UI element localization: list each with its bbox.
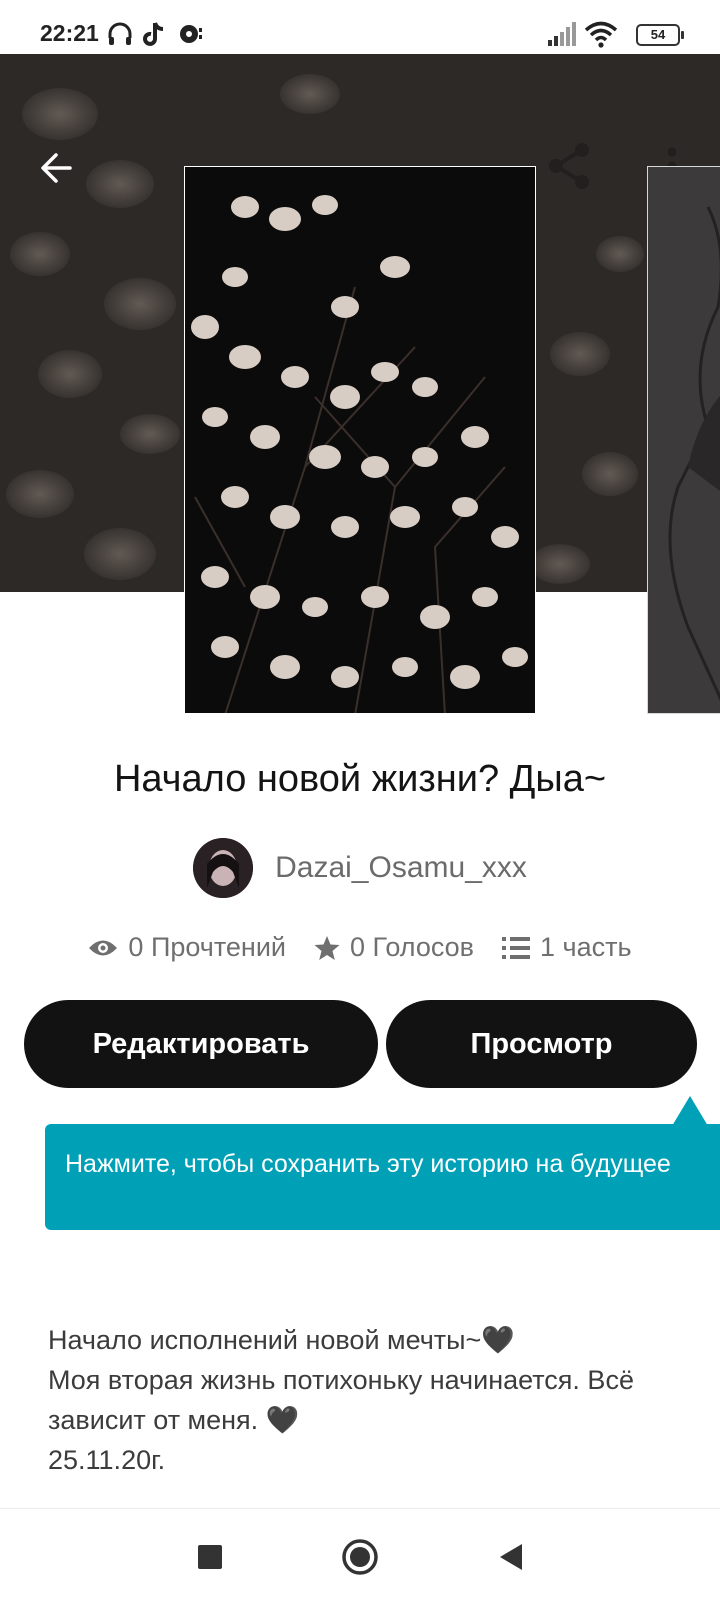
description-line: 25.11.20г. bbox=[48, 1445, 166, 1475]
list-icon bbox=[502, 936, 531, 959]
avatar-image bbox=[193, 838, 254, 898]
parts-count[interactable]: 1 часть bbox=[540, 932, 632, 963]
author-name[interactable]: Dazai_Osamu_xxx bbox=[275, 851, 527, 885]
battery-icon: 54 bbox=[636, 24, 684, 46]
home-button[interactable] bbox=[340, 1537, 380, 1577]
circle-icon bbox=[342, 1539, 378, 1575]
cover-image bbox=[185, 167, 535, 713]
description-line: Моя вторая жизнь потихоньку начинается. … bbox=[48, 1365, 634, 1435]
next-cover-image bbox=[648, 167, 720, 713]
description-line: Начало исполнений новой мечты~🖤 bbox=[48, 1325, 515, 1355]
headphones-icon bbox=[108, 22, 132, 45]
reads-stat: 0 Прочтений bbox=[88, 932, 286, 963]
view-button[interactable]: Просмотр bbox=[386, 1000, 697, 1088]
system-nav-bar bbox=[0, 1508, 720, 1600]
votes-count: 0 Голосов bbox=[350, 932, 475, 962]
share-icon bbox=[549, 143, 589, 189]
square-icon bbox=[198, 1545, 222, 1569]
eye-icon bbox=[89, 940, 118, 955]
story-stats: 0 Прочтений 0 Голосов 1 часть bbox=[0, 932, 720, 963]
author-link[interactable]: Dazai_Osamu_xxx bbox=[0, 836, 720, 900]
status-bar: 22:21 54 bbox=[0, 0, 720, 54]
recents-button[interactable] bbox=[190, 1537, 230, 1577]
votes-stat: 0 Голосов bbox=[314, 932, 474, 963]
triangle-back-icon bbox=[500, 1544, 522, 1570]
story-cover[interactable] bbox=[184, 166, 536, 714]
story-description: Начало исполнений новой мечты~🖤 Моя втор… bbox=[48, 1320, 688, 1480]
back-button[interactable] bbox=[30, 142, 82, 194]
tiktok-icon bbox=[143, 22, 164, 46]
status-time: 22:21 bbox=[40, 20, 99, 46]
wifi-icon bbox=[584, 21, 618, 48]
tooltip-arrow bbox=[672, 1096, 708, 1126]
signal-icon bbox=[548, 22, 576, 46]
next-story-cover[interactable] bbox=[647, 166, 720, 714]
star-icon bbox=[314, 935, 340, 960]
edit-button[interactable]: Редактировать bbox=[24, 1000, 378, 1088]
share-button[interactable] bbox=[542, 138, 598, 194]
reads-count: 0 Прочтений bbox=[128, 932, 287, 962]
author-avatar[interactable] bbox=[193, 838, 254, 898]
story-title: Начало новой жизни? Дыа~ bbox=[113, 758, 607, 800]
back-nav-button[interactable] bbox=[490, 1537, 530, 1577]
arrow-left-icon bbox=[41, 153, 72, 183]
parts-stat[interactable]: 1 часть bbox=[502, 932, 632, 963]
save-story-tooltip[interactable]: Нажмите, чтобы сохранить эту историю на … bbox=[45, 1124, 720, 1230]
music-note-icon bbox=[180, 25, 202, 43]
